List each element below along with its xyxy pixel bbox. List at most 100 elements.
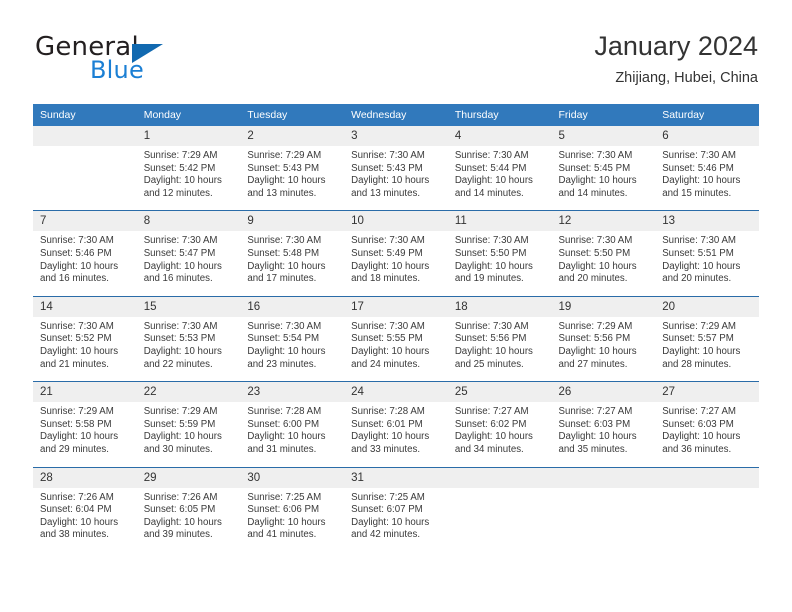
calendar-day-cell[interactable]: 25 Sunrise: 7:27 AM Sunset: 6:02 PM Dayligh… — [447, 381, 552, 467]
calendar-day-cell[interactable]: 28 Sunrise: 7:26 AM Sunset: 6:04 PM Dayligh… — [33, 466, 137, 552]
day-daylight1-text: Daylight: 10 hours — [351, 175, 430, 187]
day-sunrise-text: Sunrise: 7:28 AM — [351, 406, 425, 418]
calendar-day-cell[interactable]: 4 Sunrise: 7:30 AM Sunset: 5:44 PM Daylight… — [447, 126, 552, 211]
day-sunset-text: Sunset: 6:03 PM — [662, 418, 734, 430]
day-sunrise-text: Sunrise: 7:30 AM — [143, 320, 218, 332]
page-title: January 2024 — [594, 31, 758, 61]
day-details: Sunrise: 7:27 AM Sunset: 6:02 PM Daylight:… — [448, 402, 552, 466]
day-daylight1-text: Daylight: 10 hours — [558, 260, 637, 272]
day-sunset-text: Sunset: 5:58 PM — [40, 418, 112, 430]
calendar-day-cell[interactable]: 6 Sunrise: 7:30 AM Sunset: 5:46 PM Daylight… — [655, 126, 759, 211]
calendar-day-cell[interactable]: 14 Sunrise: 7:30 AM Sunset: 5:52 PM Dayligh… — [33, 295, 137, 382]
day-daylight1-text: Daylight: 10 hours — [40, 260, 119, 272]
calendar-day-cell[interactable]: 24 Sunrise: 7:28 AM Sunset: 6:01 PM Dayligh… — [344, 381, 448, 467]
day-sunrise-text: Sunrise: 7:30 AM — [662, 150, 736, 161]
day-details: Sunrise: 7:27 AM Sunset: 6:03 PM Daylight:… — [655, 402, 759, 466]
day-daylight2-text: and 24 minutes. — [351, 358, 421, 370]
weekday-header-tuesday: Tuesday — [240, 104, 345, 126]
calendar-day-cell[interactable]: 11 Sunrise: 7:30 AM Sunset: 5:50 PM Dayligh… — [447, 210, 552, 297]
day-daylight2-text: and 27 minutes. — [558, 358, 628, 370]
day-details: Sunrise: 7:26 AM Sunset: 6:04 PM Daylight:… — [33, 488, 137, 552]
calendar-day-cell[interactable]: 3 Sunrise: 7:30 AM Sunset: 5:43 PM Daylight… — [344, 126, 448, 211]
day-sunset-text: Sunset: 5:50 PM — [558, 247, 631, 259]
calendar-day-cell[interactable]: 29 Sunrise: 7:26 AM Sunset: 6:05 PM Dayligh… — [136, 466, 241, 552]
day-details: Sunrise: 7:26 AM Sunset: 6:05 PM Daylight:… — [137, 488, 241, 552]
day-details: Sunrise: 7:30 AM Sunset: 5:44 PM Daylight:… — [448, 146, 552, 210]
day-daylight1-text: Daylight: 10 hours — [143, 431, 222, 443]
day-daylight2-text: and 30 minutes. — [143, 443, 213, 455]
day-daylight1-text: Daylight: 10 hours — [454, 260, 533, 272]
calendar-day-cell[interactable]: 22 Sunrise: 7:29 AM Sunset: 5:59 PM Dayligh… — [136, 381, 241, 467]
calendar-day-cell[interactable]: 13 Sunrise: 7:30 AM Sunset: 5:51 PM Dayligh… — [655, 210, 759, 297]
general-blue-logo[interactable]: General Blue — [33, 30, 263, 92]
calendar-day-cell[interactable]: 21 Sunrise: 7:29 AM Sunset: 5:58 PM Dayligh… — [33, 381, 137, 467]
calendar-day-cell[interactable]: 5 Sunrise: 7:30 AM Sunset: 5:45 PM Daylight… — [551, 126, 656, 211]
weekday-header-saturday: Saturday — [655, 104, 759, 126]
day-number: 28 — [33, 467, 137, 488]
day-number — [33, 126, 137, 146]
calendar-day-cell[interactable]: 16 Sunrise: 7:30 AM Sunset: 5:54 PM Dayligh… — [240, 295, 345, 382]
calendar-day-cell[interactable]: 7 Sunrise: 7:30 AM Sunset: 5:46 PM Daylight… — [33, 210, 137, 297]
day-sunrise-text: Sunrise: 7:30 AM — [454, 150, 529, 161]
day-details: Sunrise: 7:28 AM Sunset: 6:00 PM Daylight:… — [240, 402, 344, 466]
day-number: 24 — [344, 382, 448, 403]
day-daylight1-text: Daylight: 10 hours — [143, 516, 222, 528]
day-number: 10 — [344, 211, 448, 232]
day-sunrise-text: Sunrise: 7:30 AM — [351, 235, 425, 247]
day-daylight2-text: and 28 minutes. — [662, 358, 732, 370]
day-details: Sunrise: 7:30 AM Sunset: 5:45 PM Daylight:… — [552, 146, 656, 210]
day-daylight2-text: and 14 minutes. — [558, 187, 628, 199]
page-subtitle-location: Zhijiang, Hubei, China — [615, 70, 758, 86]
calendar-day-cell[interactable]: 27 Sunrise: 7:27 AM Sunset: 6:03 PM Dayligh… — [655, 381, 759, 467]
day-number: 19 — [551, 296, 656, 317]
day-sunset-text: Sunset: 5:46 PM — [662, 162, 734, 174]
day-number: 27 — [655, 382, 759, 403]
calendar-grid: Sunday Monday Tuesday Wednesday Thursday… — [33, 104, 759, 552]
day-sunset-text: Sunset: 5:45 PM — [558, 162, 631, 174]
calendar-day-cell[interactable]: 19 Sunrise: 7:29 AM Sunset: 5:56 PM Dayligh… — [551, 295, 656, 382]
calendar-day-cell[interactable]: 2 Sunrise: 7:29 AM Sunset: 5:43 PM Daylight… — [240, 126, 345, 211]
day-number: 1 — [136, 126, 241, 146]
calendar-day-cell[interactable]: 9 Sunrise: 7:30 AM Sunset: 5:48 PM Daylight… — [240, 210, 345, 297]
day-sunset-text: Sunset: 5:50 PM — [454, 247, 527, 259]
day-daylight1-text: Daylight: 10 hours — [558, 431, 637, 443]
day-details: Sunrise: 7:29 AM Sunset: 5:42 PM Daylight:… — [137, 146, 241, 210]
day-sunrise-text: Sunrise: 7:30 AM — [662, 235, 736, 247]
calendar-day-cell[interactable]: 12 Sunrise: 7:30 AM Sunset: 5:50 PM Dayligh… — [551, 210, 656, 297]
calendar-day-cell[interactable]: 26 Sunrise: 7:27 AM Sunset: 6:03 PM Dayligh… — [551, 381, 656, 467]
calendar-day-cell[interactable]: 23 Sunrise: 7:28 AM Sunset: 6:00 PM Dayligh… — [240, 381, 345, 467]
day-daylight2-text: and 41 minutes. — [247, 529, 317, 541]
day-sunrise-text: Sunrise: 7:29 AM — [40, 406, 114, 418]
weekday-header-sunday: Sunday — [33, 104, 137, 126]
calendar-day-cell[interactable]: 8 Sunrise: 7:30 AM Sunset: 5:47 PM Daylight… — [136, 210, 241, 297]
calendar-day-cell[interactable]: 1 Sunrise: 7:29 AM Sunset: 5:42 PM Daylight… — [136, 126, 241, 211]
day-sunset-text: Sunset: 5:56 PM — [454, 333, 527, 345]
day-daylight1-text: Daylight: 10 hours — [454, 431, 533, 443]
day-number: 26 — [551, 382, 656, 403]
day-sunset-text: Sunset: 6:04 PM — [40, 504, 112, 516]
calendar-day-cell-empty — [551, 466, 656, 552]
calendar-day-cell[interactable]: 17 Sunrise: 7:30 AM Sunset: 5:55 PM Dayligh… — [344, 295, 448, 382]
calendar-day-cell[interactable]: 18 Sunrise: 7:30 AM Sunset: 5:56 PM Dayligh… — [447, 295, 552, 382]
day-daylight2-text: and 36 minutes. — [662, 443, 732, 455]
calendar-day-cell[interactable]: 20 Sunrise: 7:29 AM Sunset: 5:57 PM Dayligh… — [655, 295, 759, 382]
calendar-day-cell[interactable]: 31 Sunrise: 7:25 AM Sunset: 6:07 PM Dayligh… — [344, 466, 448, 552]
day-sunrise-text: Sunrise: 7:30 AM — [351, 150, 425, 161]
day-number: 4 — [447, 126, 552, 146]
day-daylight2-text: and 39 minutes. — [143, 529, 213, 541]
day-daylight2-text: and 20 minutes. — [558, 273, 628, 285]
calendar-day-cell[interactable]: 15 Sunrise: 7:30 AM Sunset: 5:53 PM Dayligh… — [136, 295, 241, 382]
day-daylight2-text: and 16 minutes. — [143, 273, 213, 285]
day-sunset-text: Sunset: 6:01 PM — [351, 418, 423, 430]
calendar-day-cell[interactable]: 30 Sunrise: 7:25 AM Sunset: 6:06 PM Dayligh… — [240, 466, 345, 552]
day-sunset-text: Sunset: 5:43 PM — [351, 162, 423, 174]
day-daylight2-text: and 14 minutes. — [454, 187, 524, 199]
day-number: 11 — [447, 211, 552, 232]
day-sunset-text: Sunset: 5:43 PM — [247, 162, 320, 174]
day-details: Sunrise: 7:29 AM Sunset: 5:57 PM Daylight:… — [655, 317, 759, 381]
day-daylight1-text: Daylight: 10 hours — [40, 431, 119, 443]
day-details — [448, 488, 552, 550]
day-daylight1-text: Daylight: 10 hours — [558, 175, 637, 187]
day-number: 30 — [240, 467, 345, 488]
calendar-day-cell[interactable]: 10 Sunrise: 7:30 AM Sunset: 5:49 PM Dayligh… — [344, 210, 448, 297]
